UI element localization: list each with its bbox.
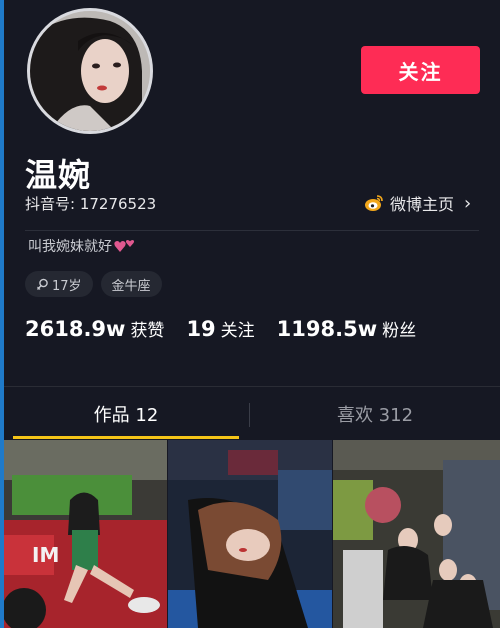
stat-followers-value: 1198.5w (276, 317, 378, 341)
tab-active-indicator (13, 436, 239, 439)
video-thumbnail-image (333, 440, 500, 628)
weibo-label: 微博主页 (390, 195, 455, 214)
tab-likes[interactable]: 喜欢 312 (250, 387, 500, 441)
tag-age: 17岁 (25, 271, 93, 297)
stat-followers[interactable]: 1198.5w 粉丝 (277, 316, 416, 341)
tag-zodiac-label: 金牛座 (111, 278, 151, 294)
weibo-link[interactable]: 微博主页 › (364, 191, 471, 215)
stat-likes-value: 2618.9w (25, 317, 126, 341)
video-thumbnail[interactable] (168, 440, 332, 628)
divider (25, 230, 479, 231)
douyin-id: 抖音号: 17276523 (25, 195, 157, 213)
stat-following-label: 关注 (220, 321, 255, 341)
profile-name: 温婉 (25, 156, 92, 194)
video-thumbnail-image: IM (4, 440, 167, 628)
tag-zodiac: 金牛座 (100, 271, 162, 297)
stat-following-value: 19 (186, 317, 216, 341)
profile-header: 关注 温婉 抖音号: 17276523 微博主页 › 叫我婉妹就好 17岁 金牛… (4, 0, 500, 386)
tab-works[interactable]: 作品 12 (4, 387, 248, 441)
video-thumbnail[interactable]: IM (4, 440, 167, 628)
weibo-icon (365, 195, 383, 211)
stat-likes: 2618.9w 获赞 (25, 316, 164, 341)
tag-list: 17岁 金牛座 (25, 271, 162, 297)
video-thumbnail[interactable] (333, 440, 500, 628)
svg-text:IM: IM (32, 543, 59, 567)
female-icon (36, 278, 48, 290)
stat-likes-label: 获赞 (130, 321, 165, 341)
video-thumbnail-image (168, 440, 332, 628)
follow-button[interactable]: 关注 (361, 46, 480, 94)
bio: 叫我婉妹就好 (28, 236, 136, 256)
tag-age-label: 17岁 (52, 278, 82, 294)
stats-row: 2618.9w 获赞 19 关注 1198.5w 粉丝 (25, 316, 416, 341)
chevron-right-icon: › (464, 192, 472, 214)
tab-bar: 作品 12 喜欢 312 (4, 386, 500, 441)
video-grid: IM (4, 440, 500, 628)
stat-followers-label: 粉丝 (382, 321, 417, 341)
bio-text: 叫我婉妹就好 (28, 239, 112, 255)
avatar[interactable] (27, 8, 153, 134)
hearts-icon (114, 240, 135, 252)
avatar-photo (30, 11, 150, 131)
stat-following[interactable]: 19 关注 (186, 316, 254, 341)
